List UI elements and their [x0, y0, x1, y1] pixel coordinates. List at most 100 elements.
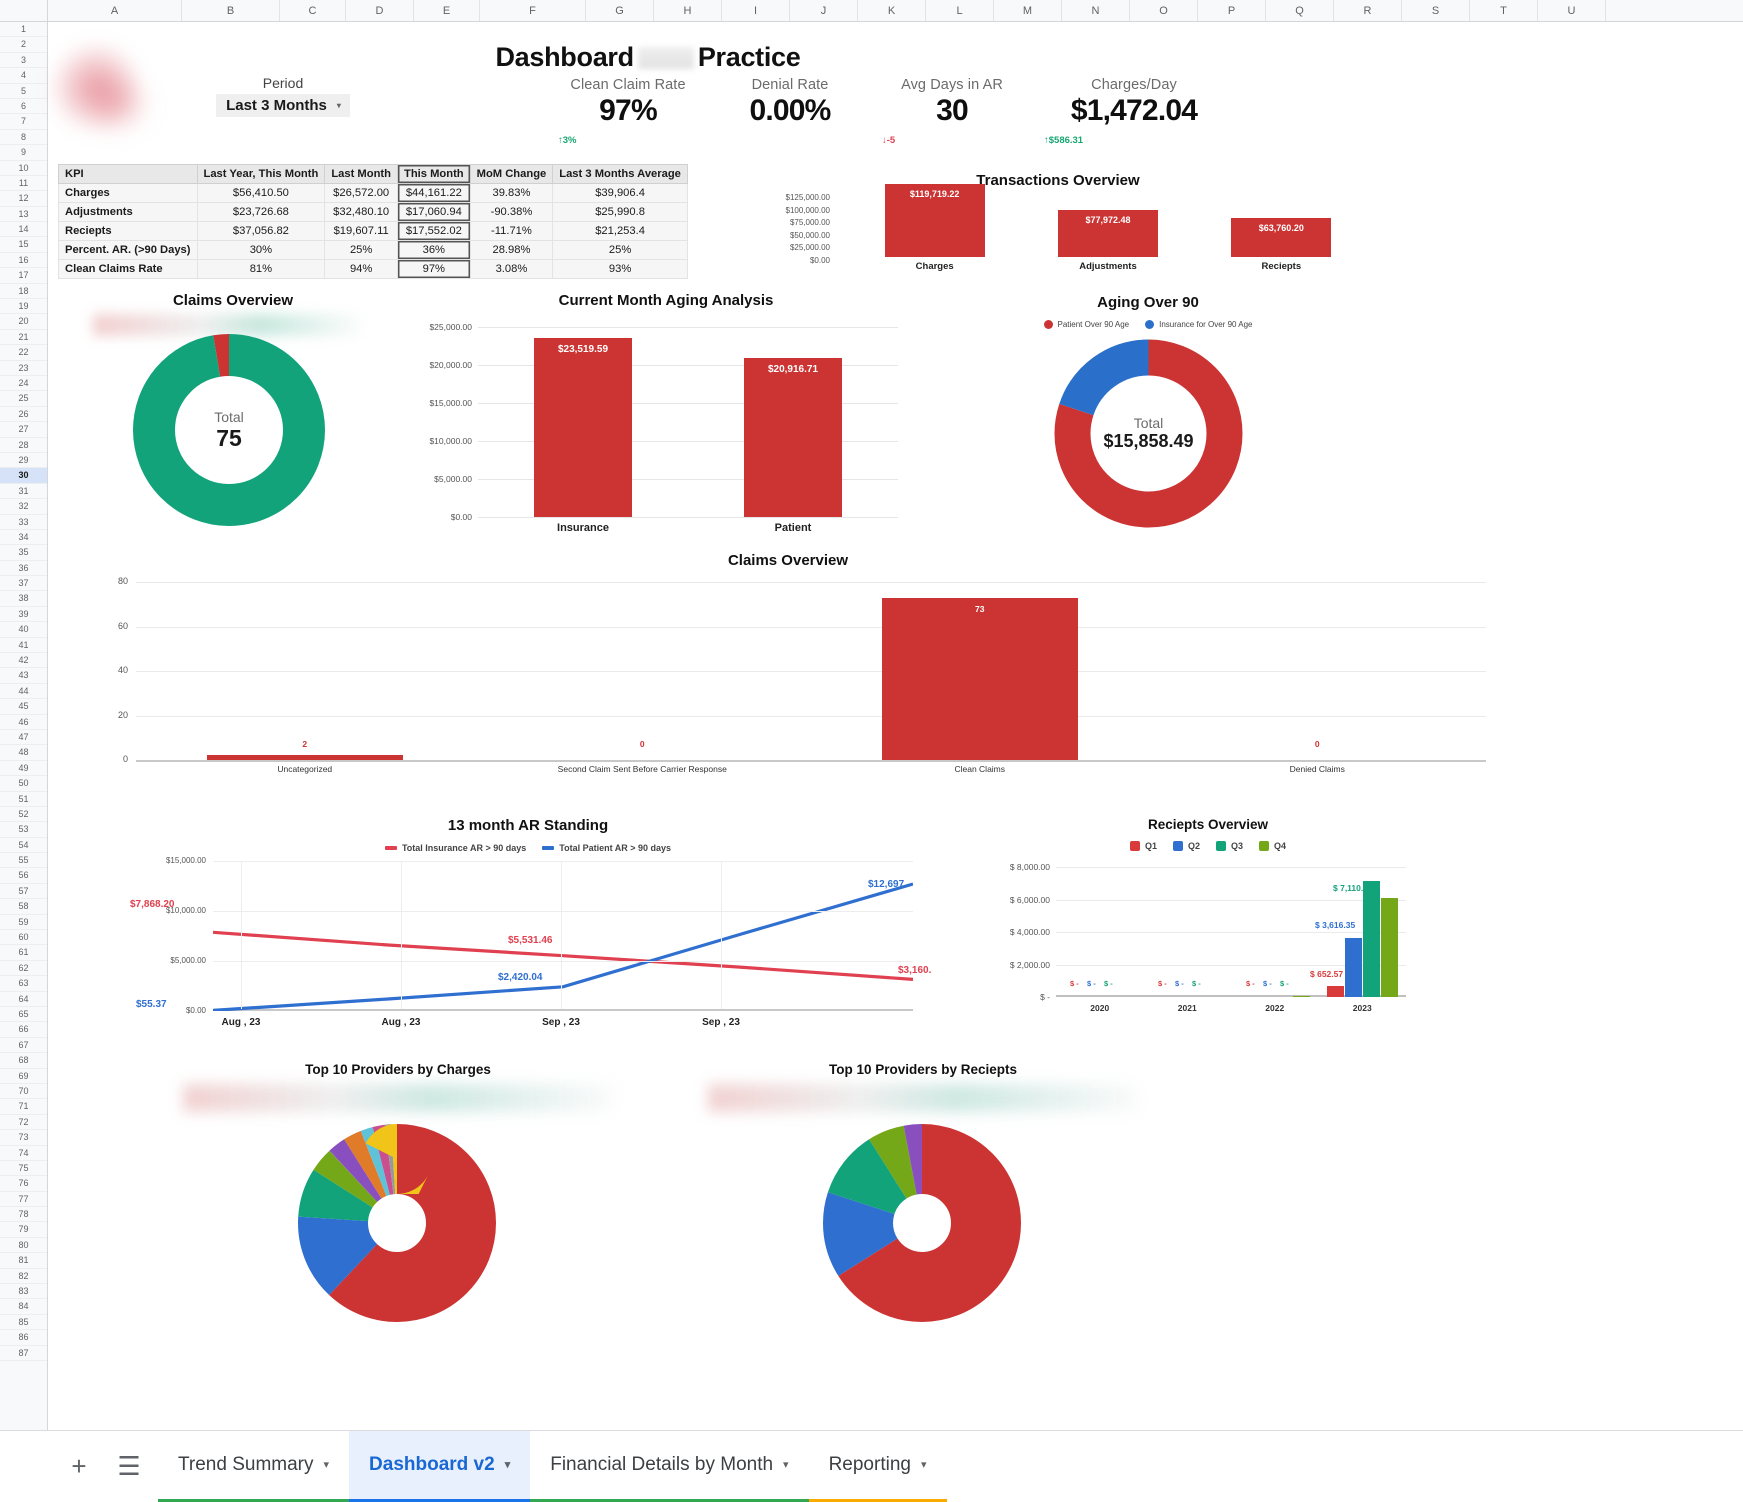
chevron-down-icon[interactable]: ▾ [783, 1458, 789, 1471]
row-header-78[interactable]: 78 [0, 1207, 47, 1223]
column-header-A[interactable]: A [48, 0, 182, 21]
row-header-76[interactable]: 76 [0, 1176, 47, 1192]
column-header-R[interactable]: R [1334, 0, 1402, 21]
row-header-58[interactable]: 58 [0, 899, 47, 915]
row-header-49[interactable]: 49 [0, 761, 47, 777]
row-header-62[interactable]: 62 [0, 961, 47, 977]
row-header-63[interactable]: 63 [0, 976, 47, 992]
column-header-F[interactable]: F [480, 0, 586, 21]
column-header-Q[interactable]: Q [1266, 0, 1334, 21]
row-header-52[interactable]: 52 [0, 807, 47, 823]
sheet-tab-reporting[interactable]: Reporting ▾ [808, 1431, 947, 1502]
row-header-24[interactable]: 24 [0, 376, 47, 392]
row-header-31[interactable]: 31 [0, 484, 47, 500]
row-header-41[interactable]: 41 [0, 638, 47, 654]
column-header-S[interactable]: S [1402, 0, 1470, 21]
row-header-28[interactable]: 28 [0, 438, 47, 453]
chevron-down-icon[interactable]: ▾ [324, 1458, 330, 1471]
column-header-H[interactable]: H [654, 0, 722, 21]
column-header-J[interactable]: J [790, 0, 858, 21]
row-header-50[interactable]: 50 [0, 776, 47, 792]
row-header-20[interactable]: 20 [0, 314, 47, 330]
row-header-30[interactable]: 30 [0, 468, 47, 484]
row-header-16[interactable]: 16 [0, 253, 47, 269]
row-header-57[interactable]: 57 [0, 884, 47, 900]
column-header-M[interactable]: M [994, 0, 1062, 21]
add-sheet-button[interactable]: + [58, 1445, 100, 1487]
row-header-32[interactable]: 32 [0, 499, 47, 515]
row-header-46[interactable]: 46 [0, 715, 47, 730]
row-header-19[interactable]: 19 [0, 299, 47, 315]
row-header-82[interactable]: 82 [0, 1269, 47, 1285]
column-header-K[interactable]: K [858, 0, 926, 21]
column-header-B[interactable]: B [182, 0, 280, 21]
row-header-83[interactable]: 83 [0, 1284, 47, 1300]
row-header-25[interactable]: 25 [0, 391, 47, 407]
row-header-44[interactable]: 44 [0, 684, 47, 700]
column-header-N[interactable]: N [1062, 0, 1130, 21]
column-header-T[interactable]: T [1470, 0, 1538, 21]
row-header-56[interactable]: 56 [0, 868, 47, 884]
row-header-84[interactable]: 84 [0, 1299, 47, 1315]
row-header-37[interactable]: 37 [0, 576, 47, 592]
row-header-53[interactable]: 53 [0, 822, 47, 838]
row-header-55[interactable]: 55 [0, 853, 47, 869]
row-header-27[interactable]: 27 [0, 422, 47, 438]
row-header-64[interactable]: 64 [0, 992, 47, 1007]
row-header-60[interactable]: 60 [0, 930, 47, 946]
row-header-29[interactable]: 29 [0, 453, 47, 469]
row-header-72[interactable]: 72 [0, 1115, 47, 1131]
row-header-34[interactable]: 34 [0, 530, 47, 546]
row-header-54[interactable]: 54 [0, 838, 47, 854]
row-header-69[interactable]: 69 [0, 1069, 47, 1084]
row-header-70[interactable]: 70 [0, 1084, 47, 1100]
column-header-G[interactable]: G [586, 0, 654, 21]
row-header-15[interactable]: 15 [0, 237, 47, 253]
row-header-23[interactable]: 23 [0, 361, 47, 376]
row-header-43[interactable]: 43 [0, 668, 47, 684]
row-header-80[interactable]: 80 [0, 1238, 47, 1254]
row-header-38[interactable]: 38 [0, 591, 47, 607]
row-header-17[interactable]: 17 [0, 268, 47, 284]
select-all-corner[interactable] [0, 0, 48, 21]
sheet-tab-financial-details-by-month[interactable]: Financial Details by Month ▾ [530, 1431, 809, 1502]
column-header-I[interactable]: I [722, 0, 790, 21]
row-header-65[interactable]: 65 [0, 1007, 47, 1023]
column-header-P[interactable]: P [1198, 0, 1266, 21]
row-header-45[interactable]: 45 [0, 699, 47, 715]
row-header-71[interactable]: 71 [0, 1099, 47, 1115]
column-header-D[interactable]: D [346, 0, 414, 21]
row-header-14[interactable]: 14 [0, 222, 47, 238]
all-sheets-menu-icon[interactable]: ☰ [108, 1445, 150, 1487]
row-header-48[interactable]: 48 [0, 745, 47, 761]
row-header-47[interactable]: 47 [0, 730, 47, 746]
row-header-36[interactable]: 36 [0, 561, 47, 577]
row-header-35[interactable]: 35 [0, 545, 47, 561]
column-header-O[interactable]: O [1130, 0, 1198, 21]
row-header-26[interactable]: 26 [0, 407, 47, 423]
row-header-11[interactable]: 11 [0, 176, 47, 192]
row-header-42[interactable]: 42 [0, 653, 47, 669]
row-header-21[interactable]: 21 [0, 330, 47, 346]
chevron-down-icon[interactable]: ▾ [921, 1458, 927, 1471]
row-header-74[interactable]: 74 [0, 1146, 47, 1161]
row-header-81[interactable]: 81 [0, 1253, 47, 1269]
row-header-85[interactable]: 85 [0, 1315, 47, 1331]
row-header-40[interactable]: 40 [0, 622, 47, 638]
row-header-66[interactable]: 66 [0, 1022, 47, 1038]
row-header-77[interactable]: 77 [0, 1192, 47, 1208]
row-header-67[interactable]: 67 [0, 1038, 47, 1054]
row-header-10[interactable]: 10 [0, 161, 47, 176]
row-header-86[interactable]: 86 [0, 1330, 47, 1346]
row-header-73[interactable]: 73 [0, 1130, 47, 1146]
row-header-68[interactable]: 68 [0, 1053, 47, 1069]
row-header-61[interactable]: 61 [0, 945, 47, 961]
row-header-33[interactable]: 33 [0, 515, 47, 530]
row-header-22[interactable]: 22 [0, 345, 47, 361]
row-header-75[interactable]: 75 [0, 1161, 47, 1177]
row-header-79[interactable]: 79 [0, 1222, 47, 1238]
column-header-U[interactable]: U [1538, 0, 1606, 21]
sheet-tab-trend-summary[interactable]: Trend Summary ▾ [158, 1431, 350, 1502]
row-header-59[interactable]: 59 [0, 915, 47, 931]
column-header-L[interactable]: L [926, 0, 994, 21]
